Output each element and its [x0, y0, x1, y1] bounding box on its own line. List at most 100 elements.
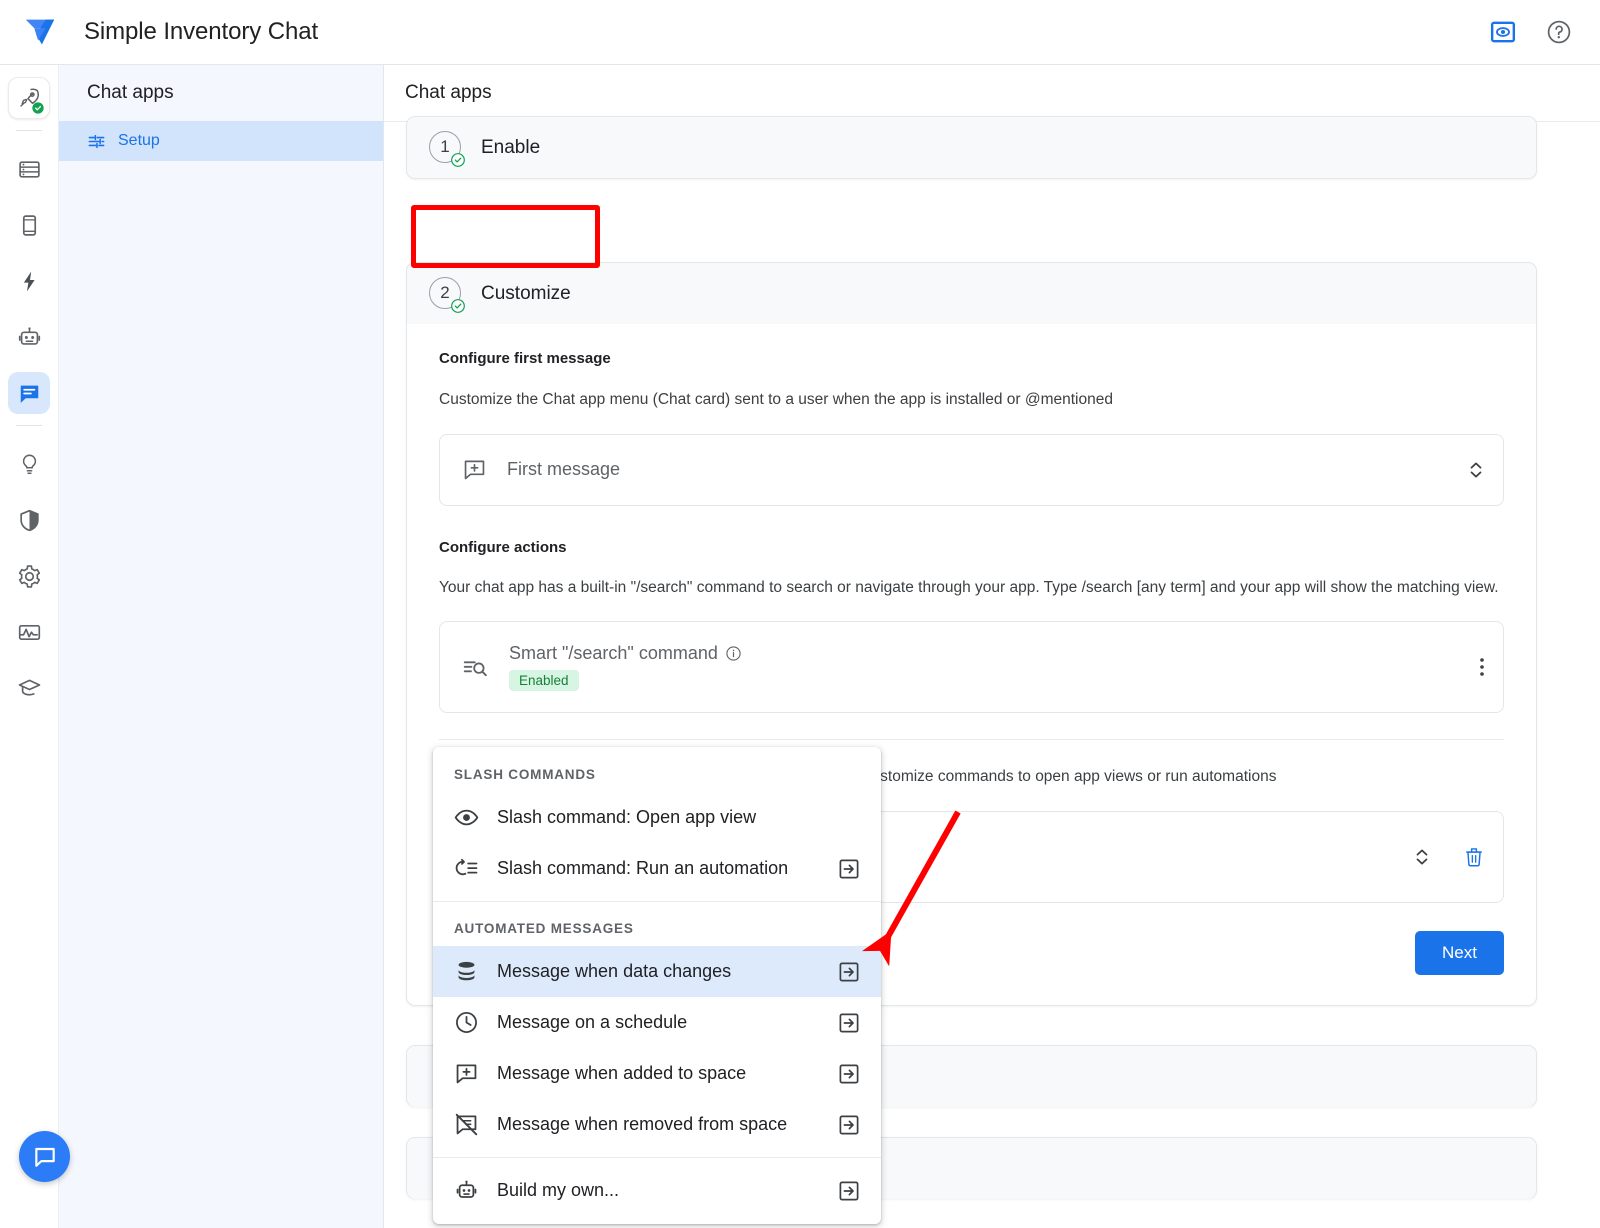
sidebar-item-label: Setup — [118, 132, 160, 150]
shield-icon — [17, 508, 42, 533]
comment-off-icon — [454, 1112, 479, 1137]
configure-actions-description: Your chat app has a built-in "/search" c… — [439, 576, 1504, 600]
step-badge-2: 2 — [429, 277, 463, 311]
menu-item-message-when-removed-from-space[interactable]: Message when removed from space — [433, 1099, 881, 1150]
robot-icon — [454, 1178, 479, 1203]
menu-item-run-automation[interactable]: Slash command: Run an automation — [433, 843, 881, 894]
device-icon — [17, 213, 42, 238]
rail-item-chat-apps[interactable] — [8, 372, 50, 414]
status-check-icon — [32, 102, 44, 114]
help-circle-icon[interactable] — [1546, 19, 1572, 45]
clock-icon — [454, 1010, 479, 1035]
top-bar: Simple Inventory Chat — [0, 0, 1600, 65]
status-badge: Enabled — [509, 670, 579, 691]
configure-first-message-description: Customize the Chat app menu (Chat card) … — [439, 388, 1504, 412]
bulb-icon — [17, 452, 42, 477]
open-in-new-icon[interactable] — [837, 1113, 861, 1137]
first-message-label: First message — [507, 459, 620, 480]
smart-search-row-left: Smart "/search" command Enabled — [462, 643, 1479, 691]
rail-item-automation[interactable] — [8, 260, 50, 302]
actions-divider — [439, 739, 1504, 740]
step-complete-check-icon — [451, 153, 465, 167]
bolt-icon — [17, 269, 42, 294]
robot-icon — [17, 325, 42, 350]
top-bar-actions — [1490, 19, 1572, 45]
left-rail — [0, 65, 59, 1228]
chat-support-fab[interactable] — [19, 1131, 70, 1182]
rail-item-app[interactable] — [8, 204, 50, 246]
configure-actions-heading: Configure actions — [439, 539, 1504, 556]
step-header-customize[interactable]: 2 Customize — [407, 263, 1536, 324]
smart-search-command-row[interactable]: Smart "/search" command Enabled — [439, 621, 1504, 713]
open-in-new-icon[interactable] — [837, 1062, 861, 1086]
menu-group-label-slash-commands: SLASH COMMANDS — [433, 755, 881, 792]
menu-group-label-automated-messages: AUTOMATED MESSAGES — [433, 909, 881, 946]
first-message-row[interactable]: First message — [439, 434, 1504, 506]
tune-sliders-icon — [87, 132, 106, 151]
chat-apps-panel: Chat apps Setup — [59, 65, 384, 1228]
rail-item-data[interactable] — [8, 148, 50, 190]
rail-item-monitor[interactable] — [8, 611, 50, 653]
rail-divider — [16, 130, 42, 131]
sidebar-item-setup[interactable]: Setup — [59, 121, 383, 161]
rail-item-ideas[interactable] — [8, 443, 50, 485]
open-in-new-icon[interactable] — [837, 857, 861, 881]
add-action-dropdown-menu: SLASH COMMANDS Slash command: Open app v… — [433, 747, 881, 1224]
app-title: Simple Inventory Chat — [84, 18, 318, 46]
rail-item-settings[interactable] — [8, 555, 50, 597]
menu-item-label: Message when removed from space — [497, 1114, 819, 1135]
menu-item-build-my-own[interactable]: Build my own... — [433, 1165, 881, 1216]
step-complete-check-icon-2 — [451, 299, 465, 313]
rail-item-learn[interactable] — [8, 667, 50, 709]
smart-search-actions — [1479, 655, 1485, 679]
database-stack-icon — [454, 959, 479, 984]
action-item-actions — [1413, 846, 1485, 868]
menu-item-label: Message when data changes — [497, 961, 819, 982]
appsheet-logo[interactable] — [21, 13, 59, 51]
configure-first-message-heading: Configure first message — [439, 350, 1504, 367]
more-vert-icon[interactable] — [1479, 655, 1485, 679]
trash-icon[interactable] — [1463, 846, 1485, 868]
chat-bubble-icon — [17, 381, 42, 406]
open-in-new-icon[interactable] — [837, 960, 861, 984]
menu-item-message-when-data-changes[interactable]: Message when data changes — [433, 946, 881, 997]
database-icon — [17, 157, 42, 182]
next-button[interactable]: Next — [1415, 931, 1504, 975]
command-list-icon — [454, 856, 479, 881]
menu-item-label: Message on a schedule — [497, 1012, 819, 1033]
chat-bubble-icon — [32, 1144, 58, 1170]
step-card-enable: 1 Enable — [406, 116, 1537, 179]
main-header-title: Chat apps — [384, 65, 1600, 122]
first-message-row-left: First message — [462, 457, 1467, 482]
menu-item-message-when-added-to-space[interactable]: Message when added to space — [433, 1048, 881, 1099]
monitor-activity-icon — [17, 620, 42, 645]
graduation-cap-icon — [17, 676, 42, 701]
rail-item-security[interactable] — [8, 499, 50, 541]
add-comment-icon — [462, 457, 487, 482]
updown-chevrons-icon[interactable] — [1467, 459, 1485, 481]
menu-item-open-app-view[interactable]: Slash command: Open app view — [433, 792, 881, 843]
menu-item-label: Slash command: Run an automation — [497, 858, 819, 879]
add-comment-icon — [454, 1061, 479, 1086]
smart-search-text-block: Smart "/search" command Enabled — [509, 643, 742, 691]
menu-divider-1 — [433, 901, 881, 902]
eye-icon — [454, 805, 479, 830]
open-in-new-icon[interactable] — [837, 1179, 861, 1203]
updown-chevrons-icon-2[interactable] — [1413, 846, 1431, 868]
step-header-enable[interactable]: 1 Enable — [407, 117, 1536, 178]
menu-item-message-on-a-schedule[interactable]: Message on a schedule — [433, 997, 881, 1048]
gear-icon — [17, 564, 42, 589]
menu-item-label: Slash command: Open app view — [497, 807, 861, 828]
smart-search-label: Smart "/search" command — [509, 643, 718, 664]
step-label-enable: Enable — [481, 137, 540, 159]
open-in-new-icon[interactable] — [837, 1011, 861, 1035]
menu-item-label: Message when added to space — [497, 1063, 819, 1084]
rail-item-intelligence[interactable] — [8, 316, 50, 358]
preview-eye-icon[interactable] — [1490, 19, 1516, 45]
search-list-icon — [462, 654, 489, 681]
menu-item-label: Build my own... — [497, 1180, 819, 1201]
rail-item-deploy[interactable] — [8, 77, 50, 119]
step-badge-1: 1 — [429, 131, 463, 165]
info-circle-icon[interactable] — [725, 645, 742, 662]
step-label-customize: Customize — [481, 283, 571, 305]
